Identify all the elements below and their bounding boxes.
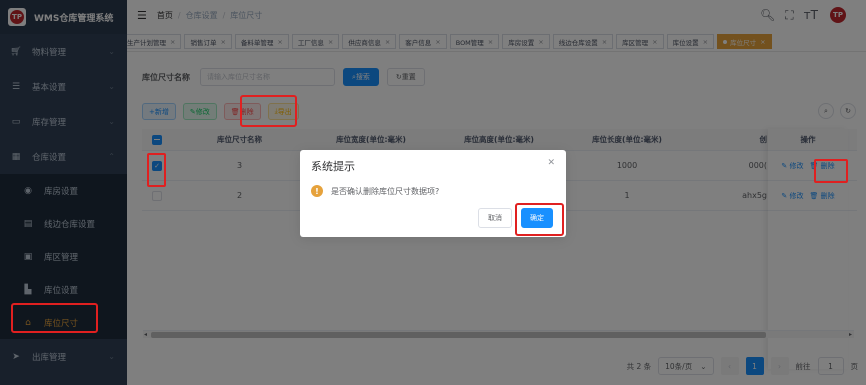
warning-icon: ! — [311, 185, 323, 197]
dialog-message: ! 是否确认删除库位尺寸数据项? — [311, 185, 439, 197]
annotation-highlight-row-delete — [814, 159, 848, 183]
annotation-highlight-checkbox — [147, 153, 166, 187]
annotation-highlight-sidebar — [11, 303, 98, 333]
annotation-highlight-confirm — [515, 203, 564, 236]
cancel-button[interactable]: 取消 — [478, 208, 512, 228]
close-icon[interactable]: ✕ — [547, 158, 555, 168]
annotation-highlight-delete — [240, 95, 297, 127]
dialog-message-text: 是否确认删除库位尺寸数据项? — [331, 186, 440, 196]
dialog-title: 系统提示 — [311, 160, 355, 173]
